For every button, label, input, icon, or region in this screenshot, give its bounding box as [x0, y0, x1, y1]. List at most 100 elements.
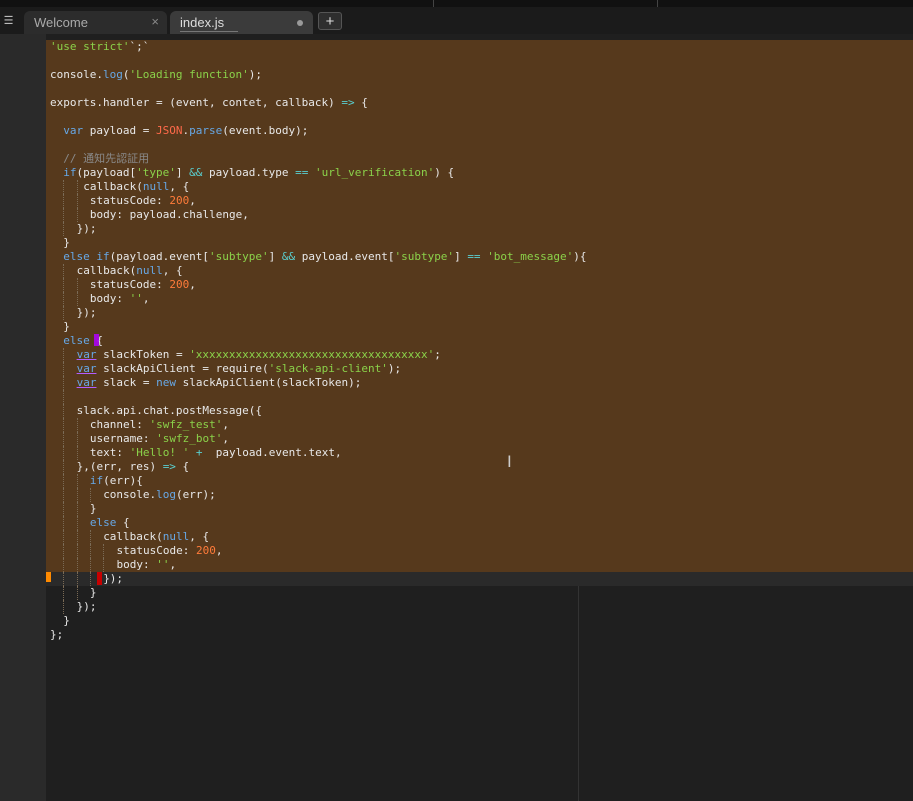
indent-guide — [63, 586, 65, 600]
code-text: statusCode: 200, — [90, 278, 196, 292]
indent-guide — [76, 194, 78, 208]
indent-guide — [76, 488, 78, 502]
code-token: exports.handler = (event, contet, callba… — [50, 96, 342, 109]
indent-guide — [76, 292, 78, 306]
code-token: 200 — [169, 278, 190, 291]
code-token: => — [162, 460, 176, 473]
code-text: var slackApiClient = require('slack-api-… — [77, 362, 402, 376]
code-token: JSON — [156, 124, 183, 137]
indent-guide — [63, 446, 65, 460]
code-text: statusCode: 200, — [117, 544, 223, 558]
code-token: 'url_verification' — [315, 166, 435, 179]
code-token: ] — [454, 250, 468, 263]
indent-guide — [89, 530, 91, 544]
current-line-highlight — [46, 572, 913, 586]
code-token: new — [156, 376, 176, 389]
code-token: else — [63, 334, 90, 347]
code-token: payload = — [83, 124, 157, 137]
tab-underline — [180, 31, 238, 32]
code-token: ] — [268, 250, 282, 263]
indent-guide — [63, 432, 65, 446]
code-token: text: — [89, 446, 130, 459]
close-icon[interactable]: × — [151, 14, 159, 29]
modified-dot-icon[interactable] — [297, 20, 303, 26]
code-token: , — [169, 558, 177, 571]
code-token: '' — [129, 292, 143, 305]
code-token: (err){ — [103, 474, 143, 487]
code-token: { — [175, 460, 190, 473]
code-token: (event.body); — [222, 124, 309, 137]
code-token: { — [116, 516, 130, 529]
code-token: statusCode: — [116, 544, 196, 557]
code-token: }); — [76, 600, 97, 613]
indent-guide — [63, 278, 65, 292]
code-token: && — [189, 166, 203, 179]
code-token: `;` — [129, 40, 150, 53]
code-text: statusCode: 200, — [90, 194, 196, 208]
code-token: == — [295, 166, 309, 179]
new-tab-button[interactable]: + — [318, 12, 342, 30]
code-text: },(err, res) => { — [77, 460, 190, 474]
code-token: 'type' — [136, 166, 176, 179]
code-token: slackApiClient = require( — [96, 362, 269, 375]
strip-separator — [657, 0, 658, 7]
code-token: && — [281, 250, 296, 263]
code-token: == — [467, 250, 481, 263]
code-token: } — [63, 614, 70, 627]
tab-welcome[interactable]: Welcome × — [24, 11, 167, 34]
code-token: parse — [189, 124, 223, 137]
code-token: + — [195, 446, 203, 459]
tab-index-js[interactable]: index.js — [170, 11, 313, 34]
indent-guide — [76, 530, 78, 544]
code-token: slackApiClient(slackToken); — [175, 376, 362, 389]
code-text: body: '', — [90, 292, 150, 306]
code-text: } — [63, 236, 70, 250]
code-token: var — [76, 348, 97, 361]
code-token: else — [89, 516, 117, 529]
code-text: }); — [103, 572, 123, 586]
code-text: 'use strict'`;` — [50, 40, 149, 54]
code-token: body: — [116, 558, 157, 571]
code-text: callback(null, { — [77, 264, 183, 278]
code-token: (payload[ — [76, 166, 137, 179]
code-token: 'subtype' — [394, 250, 455, 263]
code-token: '' — [156, 558, 170, 571]
code-token: , — [189, 194, 196, 207]
code-text: else { — [90, 516, 130, 530]
code-token: var — [76, 376, 97, 389]
code-token: if — [89, 474, 104, 487]
code-token: var — [63, 124, 84, 137]
code-text: if(payload['type'] && payload.type == 'u… — [63, 166, 454, 180]
indent-guide — [63, 292, 65, 306]
code-token: 'swfz_test' — [149, 418, 223, 431]
code-text: channel: 'swfz_test', — [90, 418, 229, 432]
menu-icon[interactable]: ☰ — [0, 10, 17, 32]
code-token: 'slack-api-client' — [268, 362, 388, 375]
code-token: ; — [434, 348, 441, 361]
code-text: }; — [50, 628, 63, 642]
code-token: , — [222, 418, 229, 431]
code-token: // 通知先認証用 — [63, 152, 150, 165]
indent-guide — [63, 306, 65, 320]
code-token: statusCode: — [89, 278, 170, 291]
tab-label: index.js — [180, 15, 225, 30]
indent-guide — [63, 488, 65, 502]
code-token: console. — [103, 488, 157, 501]
code-token: log — [156, 488, 177, 501]
code-token: 200 — [195, 544, 216, 557]
code-token: else if — [63, 250, 110, 263]
code-token: ] — [175, 166, 190, 179]
code-token: payload.type — [202, 166, 296, 179]
code-editor[interactable]: 1'use strict'`;`23console.log('Loading f… — [46, 34, 913, 801]
code-token: }); — [76, 306, 97, 319]
code-token: callback( — [103, 530, 163, 543]
indent-guide — [76, 208, 78, 222]
code-token: , — [189, 278, 196, 291]
code-token: 'Hello! ' — [129, 446, 190, 459]
code-token: payload.event[ — [295, 250, 395, 263]
code-token: } — [63, 320, 70, 333]
indent-guide — [63, 362, 65, 376]
code-token: ); — [248, 68, 262, 81]
code-token: 'swfz_bot' — [156, 432, 223, 445]
code-token: channel: — [89, 418, 150, 431]
